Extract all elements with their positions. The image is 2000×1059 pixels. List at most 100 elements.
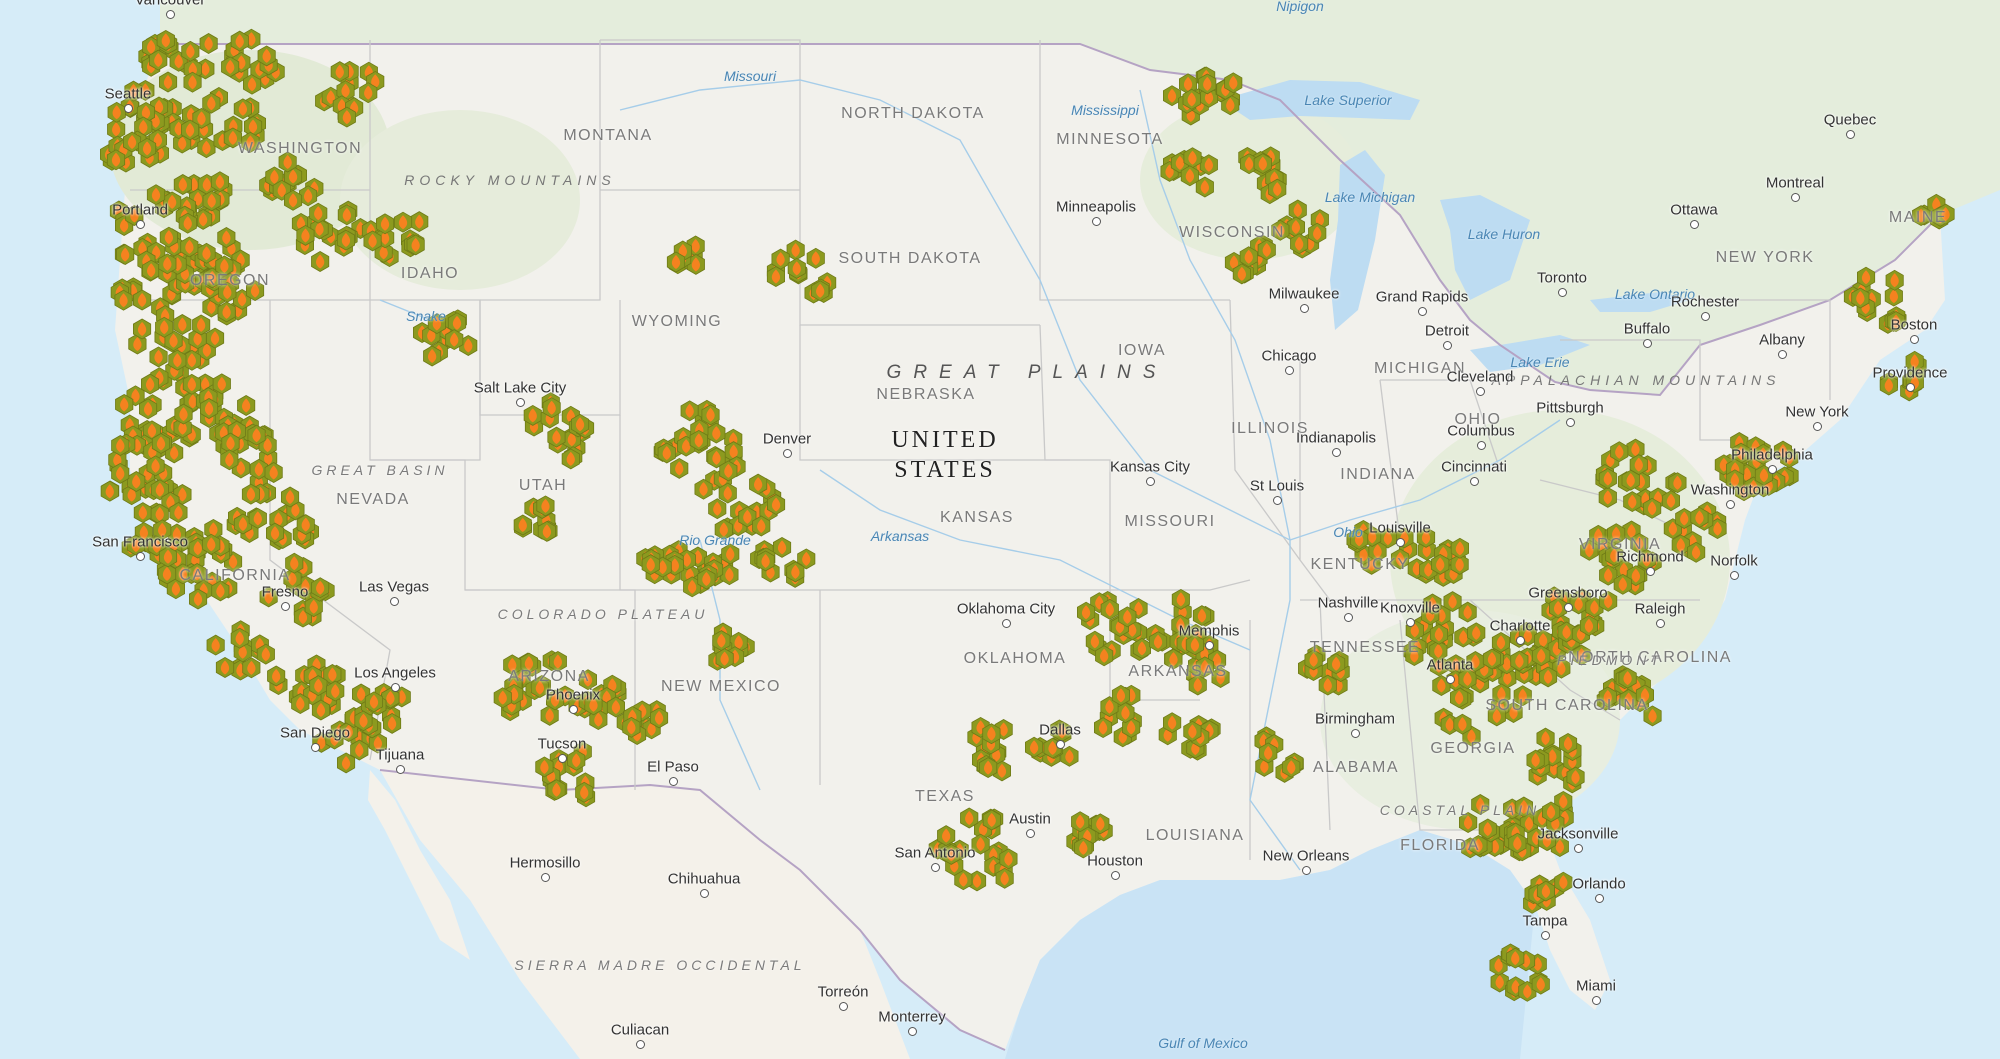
city-dot-detroit[interactable] xyxy=(1443,341,1452,350)
city-label-cincinnati[interactable]: Cincinnati xyxy=(1441,459,1507,476)
city-label-grand-rapids[interactable]: Grand Rapids xyxy=(1376,289,1469,306)
city-dot-greensboro[interactable] xyxy=(1564,603,1573,612)
city-dot-birmingham[interactable] xyxy=(1351,729,1360,738)
city-label-jacksonville[interactable]: Jacksonville xyxy=(1538,826,1619,843)
city-label-milwaukee[interactable]: Milwaukee xyxy=(1269,286,1340,303)
city-dot-boston[interactable] xyxy=(1910,335,1919,344)
city-dot-jacksonville[interactable] xyxy=(1574,844,1583,853)
city-dot-ottawa[interactable] xyxy=(1690,220,1699,229)
city-label-salt-lake-city[interactable]: Salt Lake City xyxy=(474,380,567,397)
city-dot-austin[interactable] xyxy=(1026,829,1035,838)
city-dot-st-louis[interactable] xyxy=(1273,496,1282,505)
city-label-greensboro[interactable]: Greensboro xyxy=(1528,585,1607,602)
city-label-st-louis[interactable]: St Louis xyxy=(1250,478,1304,495)
city-label-raleigh[interactable]: Raleigh xyxy=(1635,601,1686,618)
city-dot-hermosillo[interactable] xyxy=(541,873,550,882)
city-dot-culiacan[interactable] xyxy=(636,1040,645,1049)
city-label-ottawa[interactable]: Ottawa xyxy=(1670,202,1718,219)
city-label-austin[interactable]: Austin xyxy=(1009,811,1051,828)
city-dot-torre-n[interactable] xyxy=(839,1002,848,1011)
city-dot-grand-rapids[interactable] xyxy=(1418,307,1427,316)
city-label-hermosillo[interactable]: Hermosillo xyxy=(510,855,581,872)
city-label-tucson[interactable]: Tucson xyxy=(538,736,587,753)
city-label-boston[interactable]: Boston xyxy=(1891,317,1938,334)
city-label-chihuahua[interactable]: Chihuahua xyxy=(668,871,741,888)
city-dot-albany[interactable] xyxy=(1778,350,1787,359)
city-label-albany[interactable]: Albany xyxy=(1759,332,1805,349)
city-label-buffalo[interactable]: Buffalo xyxy=(1624,321,1670,338)
city-label-minneapolis[interactable]: Minneapolis xyxy=(1056,199,1136,216)
city-label-seattle[interactable]: Seattle xyxy=(105,86,152,103)
city-dot-milwaukee[interactable] xyxy=(1300,304,1309,313)
city-label-los-angeles[interactable]: Los Angeles xyxy=(354,665,436,682)
city-dot-chihuahua[interactable] xyxy=(700,889,709,898)
city-dot-philadelphia[interactable] xyxy=(1768,465,1777,474)
city-label-portland[interactable]: Portland xyxy=(112,202,168,219)
city-dot-montreal[interactable] xyxy=(1791,193,1800,202)
city-dot-orlando[interactable] xyxy=(1595,894,1604,903)
city-dot-tijuana[interactable] xyxy=(396,765,405,774)
city-dot-dallas[interactable] xyxy=(1056,740,1065,749)
city-dot-norfolk[interactable] xyxy=(1730,571,1739,580)
city-label-pittsburgh[interactable]: Pittsburgh xyxy=(1536,400,1604,417)
city-dot-quebec[interactable] xyxy=(1846,130,1855,139)
city-dot-minneapolis[interactable] xyxy=(1092,217,1101,226)
city-label-new-york[interactable]: New York xyxy=(1785,404,1848,421)
city-dot-portland[interactable] xyxy=(136,220,145,229)
city-label-memphis[interactable]: Memphis xyxy=(1179,623,1240,640)
city-dot-knoxville[interactable] xyxy=(1406,618,1415,627)
city-label-louisville[interactable]: Louisville xyxy=(1369,520,1431,537)
city-dot-fresno[interactable] xyxy=(281,602,290,611)
city-label-san-francisco[interactable]: San Francisco xyxy=(92,534,188,551)
city-label-denver[interactable]: Denver xyxy=(763,431,811,448)
map-view[interactable]: WASHINGTON OREGON IDAHO MONTANA WYOMING NEVAD… xyxy=(0,0,2000,1059)
city-label-detroit[interactable]: Detroit xyxy=(1425,323,1469,340)
city-dot-providence[interactable] xyxy=(1906,383,1915,392)
city-dot-rochester[interactable] xyxy=(1701,312,1710,321)
city-dot-san-antonio[interactable] xyxy=(931,863,940,872)
city-label-phoenix[interactable]: Phoenix xyxy=(546,687,600,704)
city-label-houston[interactable]: Houston xyxy=(1087,853,1143,870)
city-label-nashville[interactable]: Nashville xyxy=(1318,595,1379,612)
city-dot-san-francisco[interactable] xyxy=(136,552,145,561)
city-dot-richmond[interactable] xyxy=(1646,567,1655,576)
fire-incident-icon[interactable] xyxy=(215,657,235,678)
city-dot-salt-lake-city[interactable] xyxy=(516,398,525,407)
city-label-quebec[interactable]: Quebec xyxy=(1824,112,1877,129)
city-dot-indianapolis[interactable] xyxy=(1332,448,1341,457)
city-label-indianapolis[interactable]: Indianapolis xyxy=(1296,430,1376,447)
city-dot-houston[interactable] xyxy=(1111,871,1120,880)
city-dot-las-vegas[interactable] xyxy=(390,597,399,606)
city-label-toronto[interactable]: Toronto xyxy=(1537,270,1587,287)
city-dot-new-orleans[interactable] xyxy=(1302,866,1311,875)
city-dot-pittsburgh[interactable] xyxy=(1566,418,1575,427)
city-dot-monterrey[interactable] xyxy=(908,1027,917,1036)
city-dot-buffalo[interactable] xyxy=(1643,339,1652,348)
city-dot-kansas-city[interactable] xyxy=(1146,477,1155,486)
city-dot-cincinnati[interactable] xyxy=(1470,477,1479,486)
city-dot-charlotte[interactable] xyxy=(1516,636,1525,645)
city-label-tijuana[interactable]: Tijuana xyxy=(376,747,425,764)
city-dot-seattle[interactable] xyxy=(124,104,133,113)
city-dot-miami[interactable] xyxy=(1592,996,1601,1005)
city-label-dallas[interactable]: Dallas xyxy=(1039,722,1081,739)
city-label-birmingham[interactable]: Birmingham xyxy=(1315,711,1395,728)
city-label-philadelphia[interactable]: Philadelphia xyxy=(1731,447,1813,464)
city-label-vancouver[interactable]: Vancouver xyxy=(135,0,206,9)
city-dot-raleigh[interactable] xyxy=(1656,619,1665,628)
city-label-atlanta[interactable]: Atlanta xyxy=(1427,657,1474,674)
city-label-fresno[interactable]: Fresno xyxy=(262,584,309,601)
city-dot-san-diego[interactable] xyxy=(311,743,320,752)
city-dot-nashville[interactable] xyxy=(1344,613,1353,622)
city-dot-new-york[interactable] xyxy=(1813,422,1822,431)
city-dot-cleveland[interactable] xyxy=(1476,387,1485,396)
city-dot-toronto[interactable] xyxy=(1558,288,1567,297)
city-label-kansas-city[interactable]: Kansas City xyxy=(1110,459,1190,476)
fire-incident-icon[interactable] xyxy=(206,634,225,656)
city-label-chicago[interactable]: Chicago xyxy=(1261,348,1316,365)
city-label-charlotte[interactable]: Charlotte xyxy=(1490,618,1551,635)
city-dot-tampa[interactable] xyxy=(1541,931,1550,940)
city-dot-vancouver[interactable] xyxy=(166,10,175,19)
city-label-el-paso[interactable]: El Paso xyxy=(647,759,699,776)
city-label-knoxville[interactable]: Knoxville xyxy=(1380,600,1440,617)
